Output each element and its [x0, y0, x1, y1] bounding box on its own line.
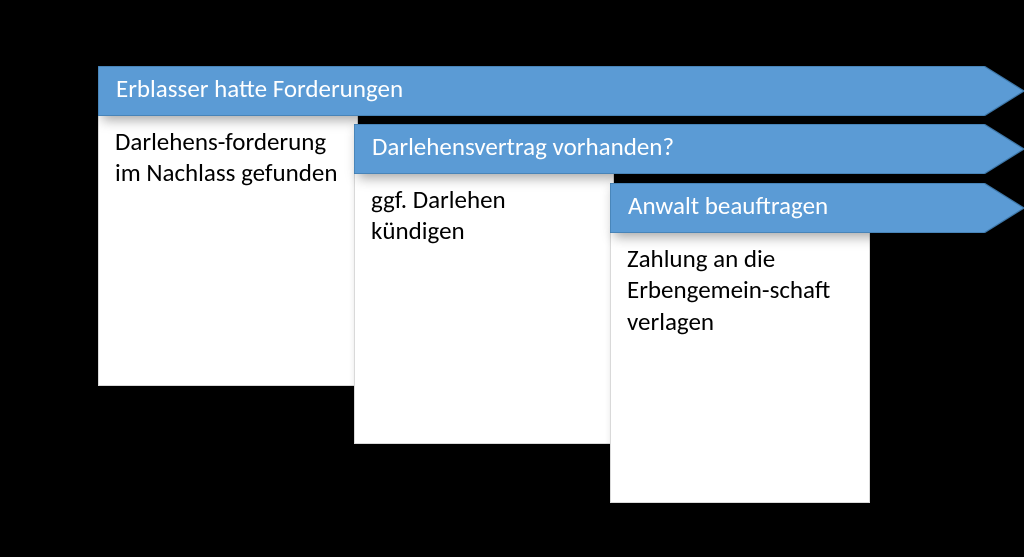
- step-2-content: ggf. Darlehen kündigen: [354, 169, 614, 444]
- step-1-body-text: Darlehens-forderung im Nachlass gefunden: [115, 126, 338, 188]
- step-2-body-text: ggf. Darlehen kündigen: [371, 184, 506, 246]
- step-1-content: Darlehens-forderung im Nachlass gefunden: [98, 111, 358, 386]
- step-3-title-text: Anwalt beauftragen: [628, 190, 828, 221]
- step-1-title-text: Erblasser hatte Forderungen: [116, 73, 403, 104]
- step-3-title: Anwalt beauftragen: [628, 191, 828, 221]
- stepped-process-diagram: Darlehens-forderung im Nachlass gefunden…: [0, 0, 1024, 557]
- step-3-content: Zahlung an die Erbengemein-schaft verlag…: [610, 228, 870, 503]
- step-1-title: Erblasser hatte Forderungen: [116, 74, 403, 104]
- step-2-title: Darlehensvertrag vorhanden?: [372, 132, 674, 162]
- step-2-title-text: Darlehensvertrag vorhanden?: [372, 131, 674, 162]
- step-3-body-text: Zahlung an die Erbengemein-schaft verlag…: [627, 243, 830, 337]
